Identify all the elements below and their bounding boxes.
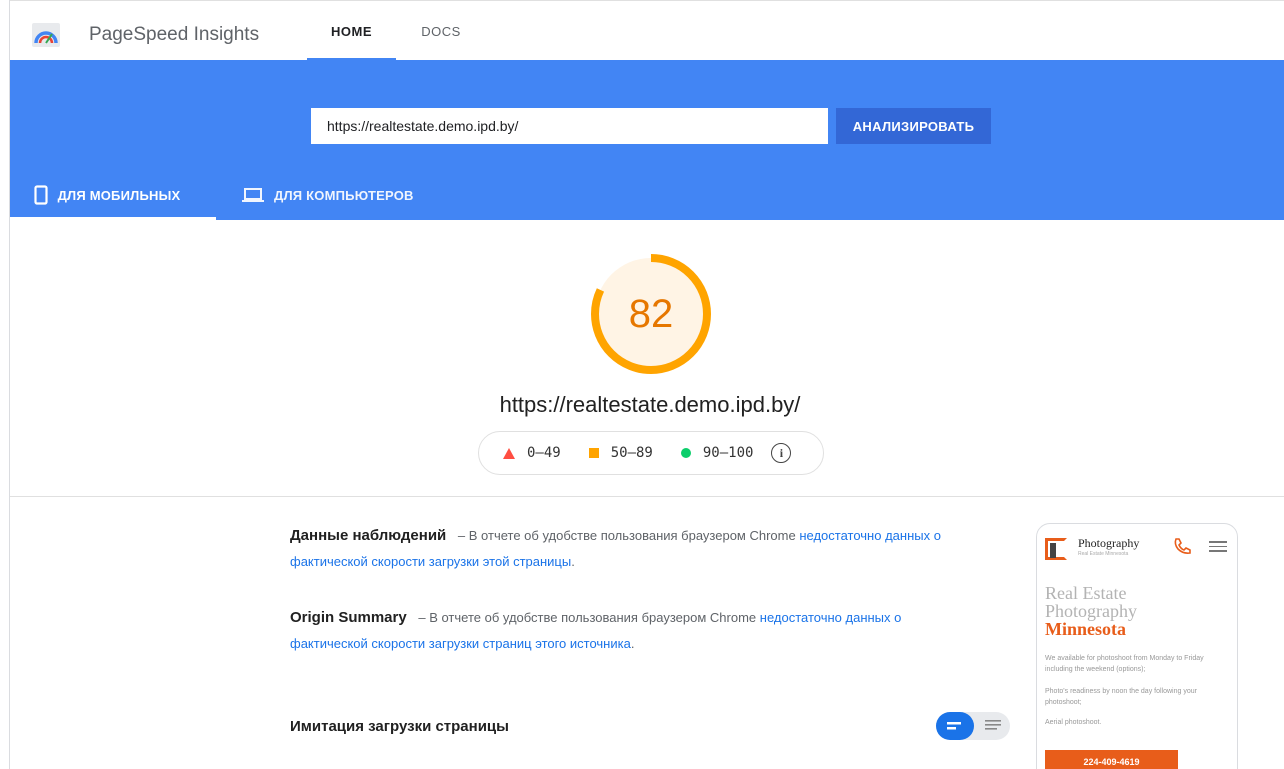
tab-mobile[interactable]: ДЛЯ МОБИЛЬНЫХ bbox=[10, 170, 216, 220]
triangle-icon bbox=[503, 447, 515, 459]
search-band: АНАЛИЗИРОВАТЬ ДЛЯ МОБИЛЬНЫХ ДЛЯ КОМПЬЮТЕ… bbox=[10, 60, 1284, 220]
phone-icon bbox=[1174, 538, 1191, 554]
circle-icon bbox=[680, 448, 691, 458]
preview-subbrand: Real Estate Minnesota bbox=[1078, 551, 1129, 557]
legend-good: 90–100 bbox=[680, 445, 754, 461]
field-data-title: Данные наблюдений bbox=[290, 527, 447, 544]
lab-data-title: Имитация загрузки страницы bbox=[290, 718, 509, 735]
origin-summary-title: Origin Summary bbox=[290, 609, 407, 626]
origin-summary-end: . bbox=[630, 636, 635, 651]
preview-paragraph: Photo's readiness by noon the day follow… bbox=[1045, 688, 1197, 706]
nav-tab-docs[interactable]: DOCS bbox=[406, 1, 476, 61]
laptop-icon bbox=[242, 188, 264, 202]
page: PageSpeed Insights HOME DOCS АНАЛИЗИРОВА… bbox=[0, 0, 1284, 769]
pagespeed-logo-icon[interactable] bbox=[32, 23, 60, 47]
list-view-icon bbox=[985, 720, 1001, 730]
compact-view-icon bbox=[947, 722, 961, 730]
tested-url: https://realtestate.demo.ipd.by/ bbox=[499, 392, 801, 417]
legend-poor-label: 0–49 bbox=[527, 445, 561, 461]
app-title[interactable]: PageSpeed Insights bbox=[89, 24, 259, 46]
preview-heading-line2: Photography bbox=[1045, 601, 1137, 621]
tab-mobile-label: ДЛЯ МОБИЛЬНЫХ bbox=[57, 187, 181, 203]
preview-logo-bar bbox=[1050, 543, 1056, 558]
page-screenshot-preview: Photography Real Estate Minnesota Real E… bbox=[1036, 523, 1238, 769]
toggle-list-view[interactable] bbox=[976, 712, 1010, 740]
url-input[interactable] bbox=[311, 108, 828, 144]
field-data-section: Данные наблюдений – В отчете об удобстве… bbox=[290, 523, 960, 575]
legend-poor: 0–49 bbox=[503, 445, 561, 461]
origin-summary-section: Origin Summary – В отчете об удобстве по… bbox=[290, 605, 960, 657]
score-legend: 0–49 50–89 90–100 i bbox=[478, 431, 824, 475]
tab-desktop[interactable]: ДЛЯ КОМПЬЮТЕРОВ bbox=[242, 170, 432, 220]
legend-good-label: 90–100 bbox=[702, 445, 754, 461]
toggle-compact-view[interactable] bbox=[936, 712, 974, 740]
preview-paragraph: We available for photoshoot from Monday … bbox=[1045, 655, 1204, 673]
origin-summary-text: В отчете об удобстве пользования браузер… bbox=[429, 610, 757, 625]
smartphone-icon bbox=[33, 185, 48, 205]
field-data-end: . bbox=[571, 554, 575, 569]
legend-average: 50–89 bbox=[588, 445, 653, 461]
origin-summary-dash: – bbox=[418, 610, 426, 625]
preview-logo-icon bbox=[1045, 538, 1067, 560]
square-icon bbox=[588, 448, 599, 458]
preview-heading: Real Estate Photography bbox=[1045, 584, 1137, 620]
preview-paragraph: Aerial photoshoot. bbox=[1045, 719, 1102, 726]
info-icon[interactable]: i bbox=[771, 443, 792, 463]
performance-score: 82 bbox=[628, 291, 674, 336]
divider bbox=[10, 496, 1284, 497]
view-toggle[interactable] bbox=[936, 712, 1010, 740]
legend-average-label: 50–89 bbox=[610, 445, 653, 461]
nav-tab-home[interactable]: HOME bbox=[307, 1, 396, 61]
hamburger-menu-icon bbox=[1209, 541, 1227, 555]
field-data-dash: – bbox=[457, 528, 466, 543]
top-app-bar: PageSpeed Insights HOME DOCS bbox=[10, 0, 1284, 61]
preview-heading-accent: Minnesota bbox=[1045, 619, 1126, 639]
preview-heading-line1: Real Estate bbox=[1045, 583, 1127, 603]
preview-brand: Photography bbox=[1078, 536, 1140, 550]
preview-phone-button: 224-409-4619 bbox=[1045, 750, 1178, 769]
analyze-button[interactable]: АНАЛИЗИРОВАТЬ bbox=[836, 108, 991, 144]
field-data-text: В отчете об удобстве пользования браузер… bbox=[468, 528, 796, 543]
tab-desktop-label: ДЛЯ КОМПЬЮТЕРОВ bbox=[274, 187, 414, 203]
